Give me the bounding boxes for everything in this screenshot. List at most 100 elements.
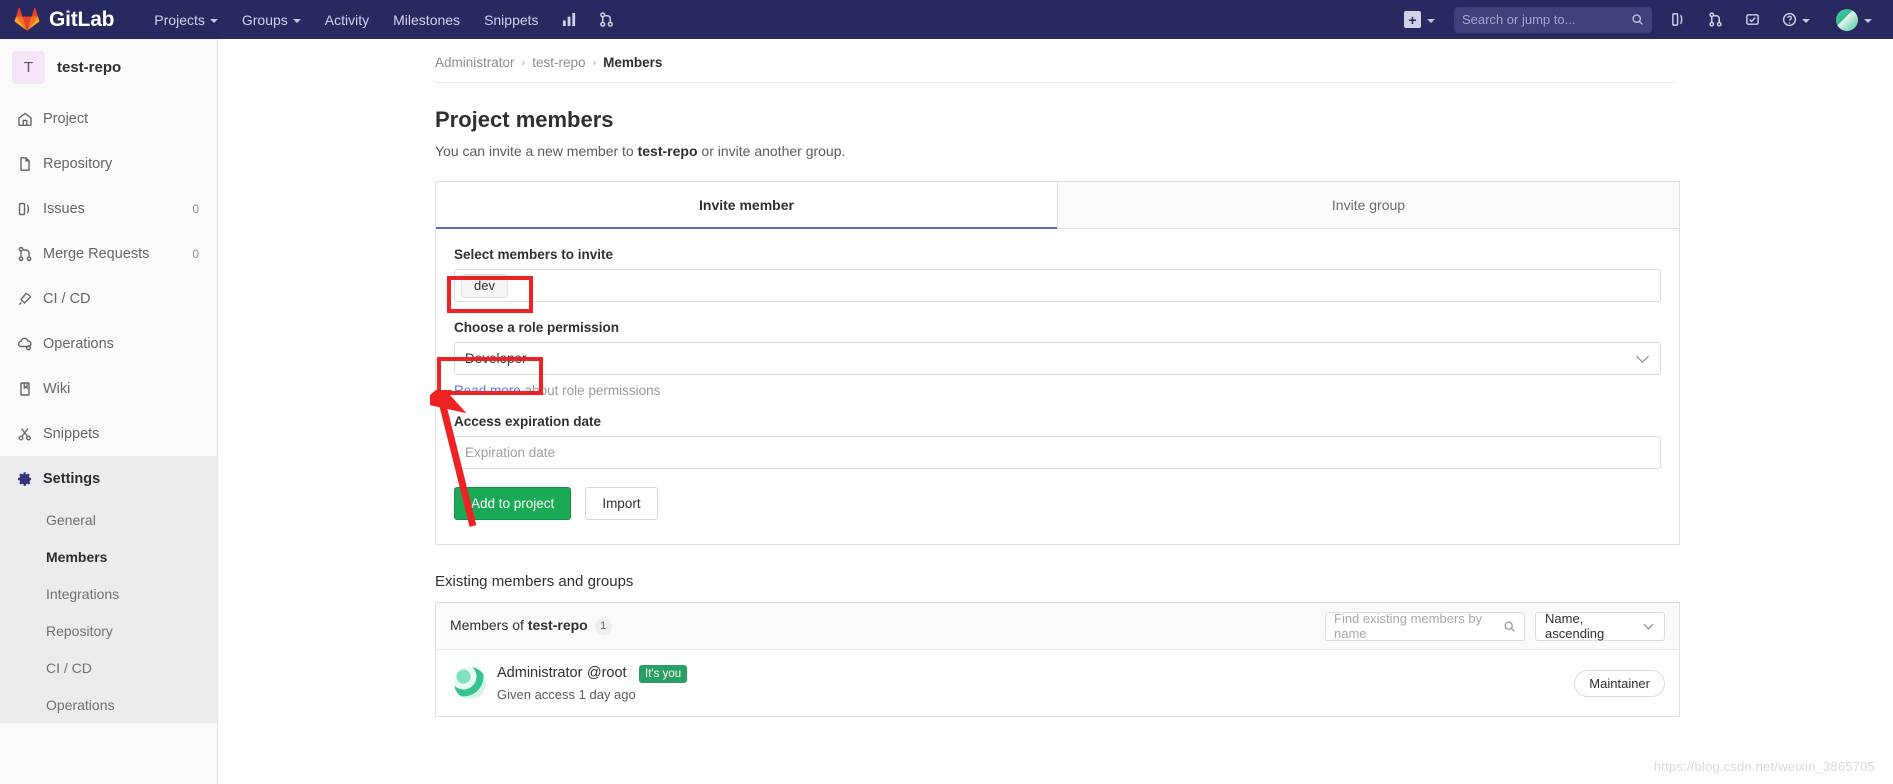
sidebar-item-label: Operations xyxy=(43,335,114,352)
tab-invite-group[interactable]: Invite group xyxy=(1057,182,1679,229)
sidebar-subitem-operations[interactable]: Operations xyxy=(0,686,217,723)
members-of-project: test-repo xyxy=(527,617,588,634)
subtitle-project-name: test-repo xyxy=(637,143,698,159)
import-label: Import xyxy=(602,496,641,511)
sidebar-item-wiki[interactable]: Wiki xyxy=(0,366,217,411)
merge-icon xyxy=(16,245,33,262)
avatar xyxy=(1836,8,1858,31)
read-more-hint: Read more about role permissions xyxy=(454,383,1661,398)
scissors-icon xyxy=(16,425,33,442)
gear-icon xyxy=(16,470,33,487)
add-to-project-label: Add to project xyxy=(471,496,555,511)
sidebar-subitem-label: Integrations xyxy=(46,585,120,602)
create-new-button[interactable]: + xyxy=(1393,0,1446,39)
sidebar-item-ci-cd[interactable]: CI / CD xyxy=(0,276,217,321)
sidebar-subitem-label: Members xyxy=(46,548,108,565)
nav-item-milestones[interactable]: Milestones xyxy=(381,0,472,39)
invite-tabs: Invite member Invite group xyxy=(436,182,1679,229)
sidebar-item-repository[interactable]: Repository xyxy=(0,141,217,186)
document-icon xyxy=(16,155,33,172)
expiration-date-input[interactable]: Expiration date xyxy=(454,436,1661,469)
breadcrumb-separator-icon: › xyxy=(592,56,597,69)
sidebar-subitem-label: CI / CD xyxy=(46,659,92,676)
members-panel-header: Members of test-repo 1 Find existing memb… xyxy=(436,603,1679,650)
sidebar-item-snippets[interactable]: Snippets xyxy=(0,411,217,456)
home-icon xyxy=(16,110,33,127)
sidebar-subitem-repository[interactable]: Repository xyxy=(0,612,217,649)
merge-request-icon[interactable] xyxy=(588,0,625,39)
gitlab-logo-icon xyxy=(14,7,40,32)
sidebar-item-count: 0 xyxy=(192,201,199,216)
sidebar-item-operations[interactable]: Operations xyxy=(0,321,217,366)
chevron-down-icon xyxy=(209,18,218,23)
role-permission-label: Choose a role permission xyxy=(454,320,620,335)
user-menu[interactable] xyxy=(1821,0,1883,39)
chevron-down-icon xyxy=(1643,619,1654,629)
select-members-input[interactable]: dev xyxy=(454,269,1661,302)
nav-right-group: + Search or jump to... xyxy=(1393,0,1883,39)
tab-label: Invite group xyxy=(1331,197,1406,213)
tab-invite-member[interactable]: Invite member xyxy=(436,182,1057,229)
page-subtitle: You can invite a new member to test-repo… xyxy=(218,133,1893,159)
member-role-badge[interactable]: Maintainer xyxy=(1574,669,1665,697)
primary-nav-items: Projects Groups Activity Milestones Snip… xyxy=(142,0,624,39)
nav-item-label: Activity xyxy=(324,11,370,28)
sidebar-item-label: Project xyxy=(43,110,89,127)
book-icon xyxy=(16,380,33,397)
analytics-chart-icon[interactable] xyxy=(551,0,588,39)
avatar xyxy=(454,667,486,699)
plus-icon: + xyxy=(1404,11,1421,28)
breadcrumb-item-administrator[interactable]: Administrator xyxy=(435,55,515,70)
todos-icon[interactable] xyxy=(1734,0,1771,39)
read-more-link[interactable]: Read more xyxy=(454,383,521,398)
chevron-down-icon xyxy=(292,18,301,23)
sidebar-subitem-members[interactable]: Members xyxy=(0,538,217,575)
brand-name: GitLab xyxy=(49,7,115,31)
main-content: Administrator › test-repo › Members Proj… xyxy=(218,39,1893,784)
import-button[interactable]: Import xyxy=(585,487,658,520)
expiration-label: Access expiration date xyxy=(454,414,602,429)
chevron-down-icon xyxy=(1427,18,1435,23)
sort-select[interactable]: Name, ascending xyxy=(1535,611,1665,641)
member-token-dev[interactable]: dev xyxy=(461,273,508,298)
tab-label: Invite member xyxy=(699,196,794,213)
sidebar-subitem-integrations[interactable]: Integrations xyxy=(0,575,217,612)
sidebar-subitem-ci-cd[interactable]: CI / CD xyxy=(0,649,217,686)
nav-item-snippets[interactable]: Snippets xyxy=(472,0,550,39)
issues-icon[interactable] xyxy=(1660,0,1697,39)
merge-requests-icon[interactable] xyxy=(1697,0,1734,39)
invite-form: Select members to invite dev Choose a ro… xyxy=(436,229,1679,544)
help-icon[interactable] xyxy=(1771,0,1821,39)
member-name[interactable]: Administrator xyxy=(497,665,582,681)
global-search-input[interactable]: Search or jump to... xyxy=(1454,6,1652,33)
sidebar-item-count: 0 xyxy=(192,246,199,261)
sidebar-item-label: Repository xyxy=(43,155,113,172)
sidebar-item-settings[interactable]: Settings xyxy=(0,456,217,501)
existing-members-heading: Existing members and groups xyxy=(435,573,634,590)
invite-panel: Invite member Invite group Select member… xyxy=(435,181,1680,545)
chevron-down-icon xyxy=(1864,18,1872,23)
subtitle-post: or invite another group. xyxy=(697,143,846,159)
sidebar-item-label: Settings xyxy=(43,470,101,487)
find-members-placeholder: Find existing members by name xyxy=(1334,611,1483,641)
add-to-project-button[interactable]: Add to project xyxy=(454,487,572,520)
breadcrumb-item-test-repo[interactable]: test-repo xyxy=(532,55,585,70)
nav-item-projects[interactable]: Projects xyxy=(142,0,230,39)
nav-item-label: Projects xyxy=(154,11,205,28)
watermark-text: https://blog.csdn.net/weixin_3865705 xyxy=(1653,759,1875,774)
sidebar-project-header[interactable]: T test-repo xyxy=(0,39,217,96)
sidebar-item-merge-requests[interactable]: Merge Requests 0 xyxy=(0,231,217,276)
its-you-badge: It's you xyxy=(639,665,688,683)
sidebar-item-project[interactable]: Project xyxy=(0,96,217,141)
sidebar-item-label: Snippets xyxy=(43,425,100,442)
nav-item-activity[interactable]: Activity xyxy=(313,0,381,39)
nav-item-groups[interactable]: Groups xyxy=(230,0,313,39)
role-permission-select[interactable]: Developer xyxy=(454,342,1661,375)
table-row: Administrator @root It's you Given acces… xyxy=(436,650,1679,716)
find-members-input[interactable]: Find existing members by name xyxy=(1325,611,1525,641)
sidebar-settings-section: Settings General Members Integrations Re… xyxy=(0,456,217,723)
sidebar-item-label: CI / CD xyxy=(43,290,91,307)
chevron-down-icon xyxy=(1636,350,1649,363)
sidebar-subitem-general[interactable]: General xyxy=(0,501,217,538)
sidebar-item-issues[interactable]: Issues 0 xyxy=(0,186,217,231)
